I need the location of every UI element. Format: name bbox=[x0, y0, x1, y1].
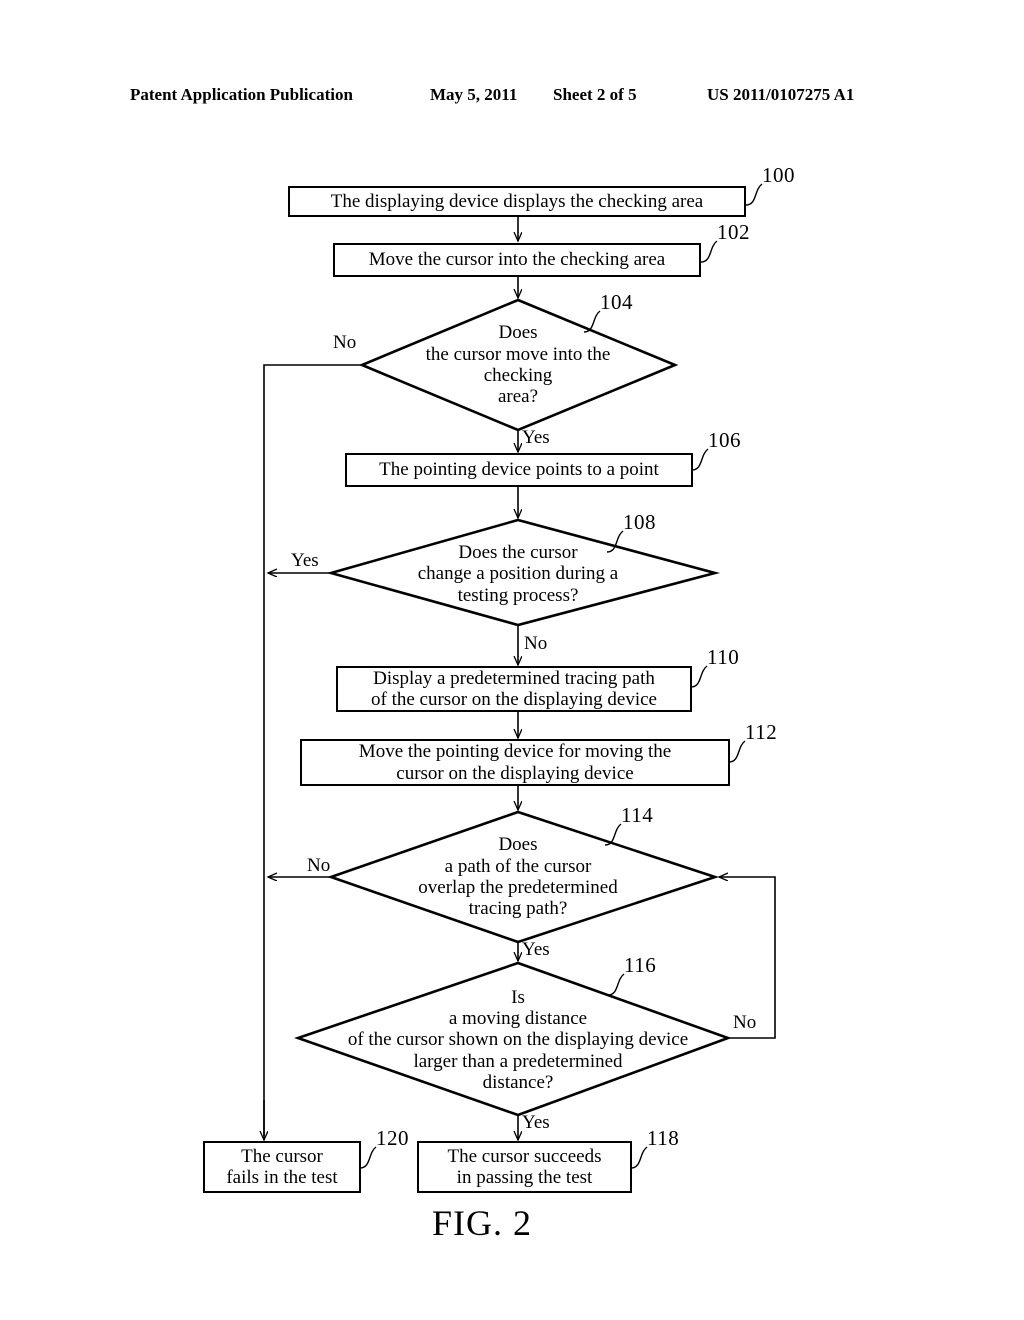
node-100-display-checking-area: The displaying device displays the check… bbox=[288, 186, 746, 217]
edge-label-yes-108: Yes bbox=[291, 550, 319, 571]
flowchart-figure: The displaying device displays the check… bbox=[0, 0, 1024, 1320]
node-118-label: The cursor succeeds in passing the test bbox=[447, 1145, 602, 1188]
ref-numeral-110: 110 bbox=[707, 645, 740, 669]
ref-numeral-100: 100 bbox=[762, 163, 795, 187]
node-112-label: Move the pointing device for moving the … bbox=[358, 741, 672, 784]
ref-numeral-114: 114 bbox=[621, 803, 654, 827]
edge-label-no-114: No bbox=[307, 855, 331, 876]
node-106-label: The pointing device points to a point bbox=[379, 459, 659, 481]
node-120-cursor-fails: The cursor fails in the test bbox=[203, 1141, 361, 1193]
ref-numeral-106: 106 bbox=[708, 428, 741, 452]
node-110-label: Display a predetermined tracing path of … bbox=[371, 667, 657, 710]
edge-label-yes-116: Yes bbox=[522, 1112, 550, 1133]
node-112-move-pointing-device: Move the pointing device for moving the … bbox=[300, 739, 730, 786]
ref-numeral-108: 108 bbox=[623, 510, 656, 534]
edge-label-yes-104: Yes bbox=[522, 427, 550, 448]
ref-numeral-116: 116 bbox=[624, 953, 657, 977]
node-100-label: The displaying device displays the check… bbox=[330, 190, 704, 212]
ref-numeral-102: 102 bbox=[717, 220, 750, 244]
node-102-move-cursor: Move the cursor into the checking area bbox=[333, 243, 701, 277]
ref-numeral-104: 104 bbox=[600, 290, 633, 314]
edge-label-yes-114: Yes bbox=[522, 939, 550, 960]
node-110-display-tracing-path: Display a predetermined tracing path of … bbox=[336, 666, 692, 712]
ref-numeral-118: 118 bbox=[647, 1126, 680, 1150]
edge-label-no-108: No bbox=[524, 633, 548, 654]
edge-label-no-116: No bbox=[733, 1012, 757, 1033]
ref-numeral-112: 112 bbox=[745, 720, 778, 744]
edge-label-no-104: No bbox=[333, 332, 357, 353]
node-106-pointing-device-points: The pointing device points to a point bbox=[345, 453, 693, 487]
ref-numeral-120: 120 bbox=[376, 1126, 409, 1150]
node-120-label: The cursor fails in the test bbox=[226, 1145, 338, 1188]
node-118-cursor-succeeds: The cursor succeeds in passing the test bbox=[417, 1141, 632, 1193]
figure-caption: FIG. 2 bbox=[432, 1203, 533, 1243]
node-102-label: Move the cursor into the checking area bbox=[368, 249, 666, 271]
